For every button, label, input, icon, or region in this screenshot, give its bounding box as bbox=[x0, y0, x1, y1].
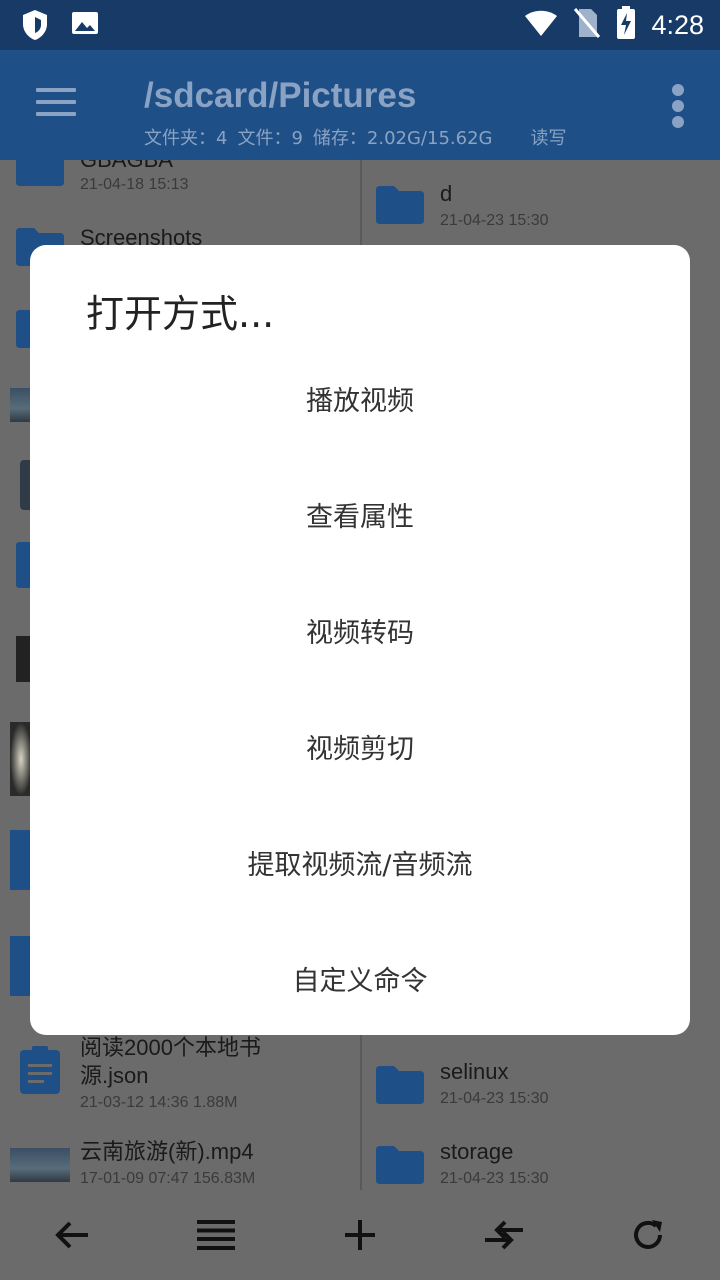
list-icon[interactable] bbox=[192, 1211, 240, 1259]
battery-charging-icon bbox=[615, 6, 637, 44]
current-path: /sdcard/Pictures bbox=[144, 76, 417, 115]
clock: 4:28 bbox=[651, 9, 704, 40]
item-meta: 17-01-09 07:47 156.83M bbox=[80, 1170, 256, 1187]
shield-icon bbox=[20, 8, 50, 46]
swap-icon[interactable] bbox=[480, 1211, 528, 1259]
option-properties[interactable]: 查看属性 bbox=[30, 456, 690, 572]
folder-icon bbox=[14, 160, 66, 186]
item-name: storage bbox=[440, 1139, 514, 1164]
item-name: GBAGBA bbox=[80, 160, 173, 174]
item-name: 阅读2000个本地书 源.json bbox=[80, 1035, 261, 1088]
rw-mode: 读写 bbox=[530, 128, 567, 149]
document-icon bbox=[16, 1044, 64, 1096]
dialog-title: 打开方式... bbox=[86, 292, 275, 336]
status-bar: 4:28 bbox=[0, 0, 720, 50]
more-options-icon[interactable] bbox=[672, 84, 686, 128]
list-item[interactable]: 阅读2000个本地书 源.json 21-03-12 14:36 1.88M bbox=[0, 1034, 360, 1120]
bottom-toolbar bbox=[0, 1190, 720, 1280]
menu-icon[interactable] bbox=[36, 88, 76, 118]
open-with-dialog: 打开方式... 播放视频 查看属性 视频转码 视频剪切 提取视频流/音频流 自定… bbox=[30, 245, 690, 1035]
item-meta: 21-04-23 15:30 bbox=[440, 1090, 549, 1107]
no-sim-icon bbox=[573, 7, 601, 43]
back-arrow-icon[interactable] bbox=[48, 1211, 96, 1259]
item-name: d bbox=[440, 181, 453, 206]
dialog-options: 播放视频 查看属性 视频转码 视频剪切 提取视频流/音频流 自定义命令 bbox=[30, 340, 690, 1036]
folder-icon bbox=[374, 184, 426, 224]
image-thumbnail bbox=[10, 388, 32, 422]
list-item[interactable]: selinux 21-04-23 15:30 bbox=[362, 1058, 720, 1138]
option-transcode[interactable]: 视频转码 bbox=[30, 572, 690, 688]
folder-icon bbox=[374, 1064, 426, 1104]
files-count: 9 bbox=[291, 128, 303, 149]
video-thumbnail bbox=[10, 1148, 70, 1182]
item-meta: 21-04-18 15:13 bbox=[80, 176, 189, 193]
image-thumbnail bbox=[10, 722, 32, 796]
item-meta: 21-04-23 15:30 bbox=[440, 212, 549, 229]
list-item[interactable]: storage 21-04-23 15:30 bbox=[362, 1138, 720, 1190]
storage-value: 2.02G/15.62G bbox=[366, 128, 493, 149]
files-label: 文件： bbox=[237, 128, 292, 149]
folders-count: 4 bbox=[216, 128, 228, 149]
storage-label: 储存： bbox=[312, 128, 367, 149]
item-name: selinux bbox=[440, 1059, 509, 1084]
folders-label: 文件夹： bbox=[144, 128, 216, 149]
list-item[interactable]: 云南旅游(新).mp4 17-01-09 07:47 156.83M bbox=[0, 1138, 360, 1190]
image-thumbnail bbox=[10, 936, 32, 996]
folder-summary: 文件夹：4 文件：9 储存：2.02G/15.62G 读写 bbox=[144, 124, 566, 150]
image-icon bbox=[70, 8, 100, 46]
wifi-icon bbox=[523, 8, 559, 42]
folder-icon bbox=[374, 1144, 426, 1184]
item-name: 云南旅游(新).mp4 bbox=[80, 1139, 254, 1164]
item-meta: 21-03-12 14:36 1.88M bbox=[80, 1094, 238, 1111]
option-cut[interactable]: 视频剪切 bbox=[30, 688, 690, 804]
list-item[interactable]: GBAGBA 21-04-18 15:13 bbox=[0, 160, 360, 226]
option-custom-command[interactable]: 自定义命令 bbox=[30, 920, 690, 1036]
option-play-video[interactable]: 播放视频 bbox=[30, 340, 690, 456]
item-meta: 21-04-23 15:30 bbox=[440, 1170, 549, 1187]
plus-icon[interactable] bbox=[336, 1211, 384, 1259]
image-thumbnail bbox=[10, 830, 32, 890]
refresh-icon[interactable] bbox=[624, 1211, 672, 1259]
option-extract-streams[interactable]: 提取视频流/音频流 bbox=[30, 804, 690, 920]
app-bar: /sdcard/Pictures 文件夹：4 文件：9 储存：2.02G/15.… bbox=[0, 50, 720, 160]
